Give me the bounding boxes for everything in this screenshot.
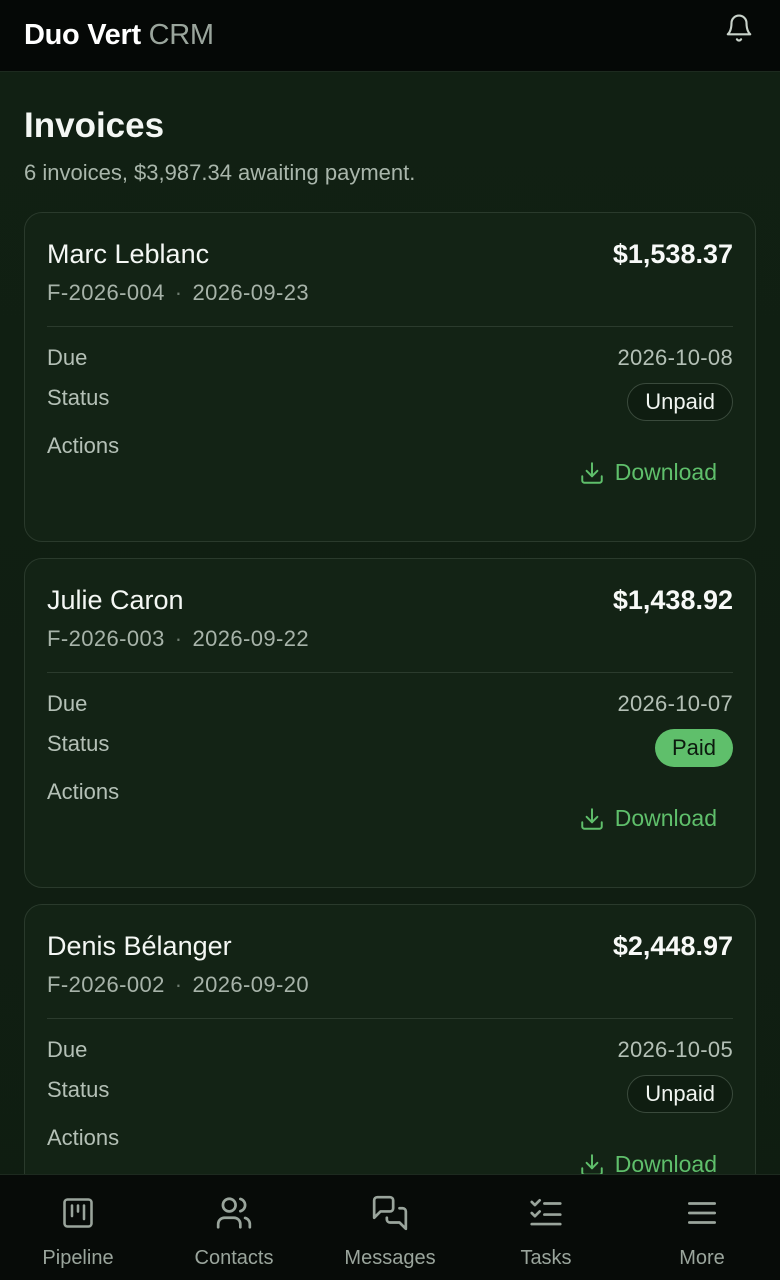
bell-icon[interactable] bbox=[722, 11, 756, 45]
download-icon bbox=[580, 807, 603, 830]
top-bar: Duo Vert CRM bbox=[0, 0, 780, 72]
invoice-card: Julie Caron $1,438.92 F-2026-003 · 2026-09… bbox=[24, 558, 756, 888]
main-content: Invoices 6 invoices, $3,987.34 awaiting … bbox=[24, 72, 756, 1234]
invoice-amount: $1,438.92 bbox=[612, 585, 733, 615]
messages-icon bbox=[370, 1193, 410, 1233]
invoice-meta: F-2026-002 · 2026-09-20 bbox=[47, 972, 310, 997]
invoice-number: F-2026-004 bbox=[47, 280, 165, 305]
app-root: Duo Vert CRM Invoices 6 invoices, $3,987… bbox=[0, 0, 780, 1280]
status-badge: Paid bbox=[654, 729, 733, 767]
invoice-number: F-2026-003 bbox=[47, 626, 165, 651]
invoice-date: 2026-09-20 bbox=[192, 972, 310, 997]
pipeline-icon bbox=[58, 1193, 98, 1233]
download-button[interactable]: Download bbox=[579, 459, 717, 486]
due-date: 2026-10-08 bbox=[617, 345, 733, 370]
actions-label: Actions bbox=[47, 433, 120, 458]
brand-primary: Duo Vert bbox=[24, 19, 141, 51]
client-name: Denis Bélanger bbox=[47, 931, 232, 961]
download-label: Download bbox=[614, 459, 717, 485]
due-label: Due bbox=[47, 1037, 88, 1062]
nav-item-tasks[interactable]: Tasks bbox=[468, 1175, 624, 1280]
bottom-nav: Pipeline Contacts Messages Tasks More bbox=[0, 1174, 780, 1280]
menu-icon bbox=[682, 1193, 722, 1233]
client-name: Julie Caron bbox=[47, 585, 184, 615]
invoice-amount: $1,538.37 bbox=[612, 239, 733, 269]
nav-label: Messages bbox=[344, 1247, 436, 1269]
invoice-number: F-2026-002 bbox=[47, 972, 165, 997]
due-label: Due bbox=[47, 691, 88, 716]
page-title: Invoices bbox=[24, 106, 165, 145]
status-label: Status bbox=[47, 731, 110, 756]
actions-label: Actions bbox=[47, 1125, 120, 1150]
nav-item-contacts[interactable]: Contacts bbox=[156, 1175, 312, 1280]
invoice-meta: F-2026-004 · 2026-09-23 bbox=[47, 280, 310, 305]
due-label: Due bbox=[47, 345, 88, 370]
brand-secondary: CRM bbox=[148, 19, 214, 51]
invoice-summary: 6 invoices, $3,987.34 awaiting payment. bbox=[24, 160, 416, 185]
status-badge: Unpaid bbox=[627, 1075, 733, 1113]
contacts-icon bbox=[214, 1193, 254, 1233]
nav-label: Contacts bbox=[194, 1247, 274, 1269]
invoice-amount: $2,448.97 bbox=[612, 931, 733, 961]
invoice-date: 2026-09-22 bbox=[192, 626, 310, 651]
status-label: Status bbox=[47, 1077, 110, 1102]
divider bbox=[47, 326, 733, 327]
nav-item-messages[interactable]: Messages bbox=[312, 1175, 468, 1280]
status-label: Status bbox=[47, 385, 110, 410]
download-icon bbox=[580, 461, 603, 484]
status-badge: Unpaid bbox=[627, 383, 733, 421]
due-date: 2026-10-05 bbox=[617, 1037, 733, 1062]
nav-item-pipeline[interactable]: Pipeline bbox=[0, 1175, 156, 1280]
actions-label: Actions bbox=[47, 779, 120, 804]
nav-item-more[interactable]: More bbox=[624, 1175, 780, 1280]
divider bbox=[47, 672, 733, 673]
download-label: Download bbox=[614, 805, 717, 831]
nav-label: More bbox=[679, 1247, 725, 1269]
due-date: 2026-10-07 bbox=[617, 691, 733, 716]
invoice-date: 2026-09-23 bbox=[192, 280, 310, 305]
invoice-meta: F-2026-003 · 2026-09-22 bbox=[47, 626, 310, 651]
nav-label: Pipeline bbox=[42, 1247, 114, 1269]
brand-logo[interactable]: Duo Vert CRM bbox=[24, 19, 214, 52]
divider bbox=[47, 1018, 733, 1019]
tasks-icon bbox=[526, 1193, 566, 1233]
nav-label: Tasks bbox=[520, 1247, 572, 1269]
invoice-card: Marc Leblanc $1,538.37 F-2026-004 · 2026-0… bbox=[24, 212, 756, 542]
download-button[interactable]: Download bbox=[579, 805, 717, 832]
client-name: Marc Leblanc bbox=[47, 239, 210, 269]
